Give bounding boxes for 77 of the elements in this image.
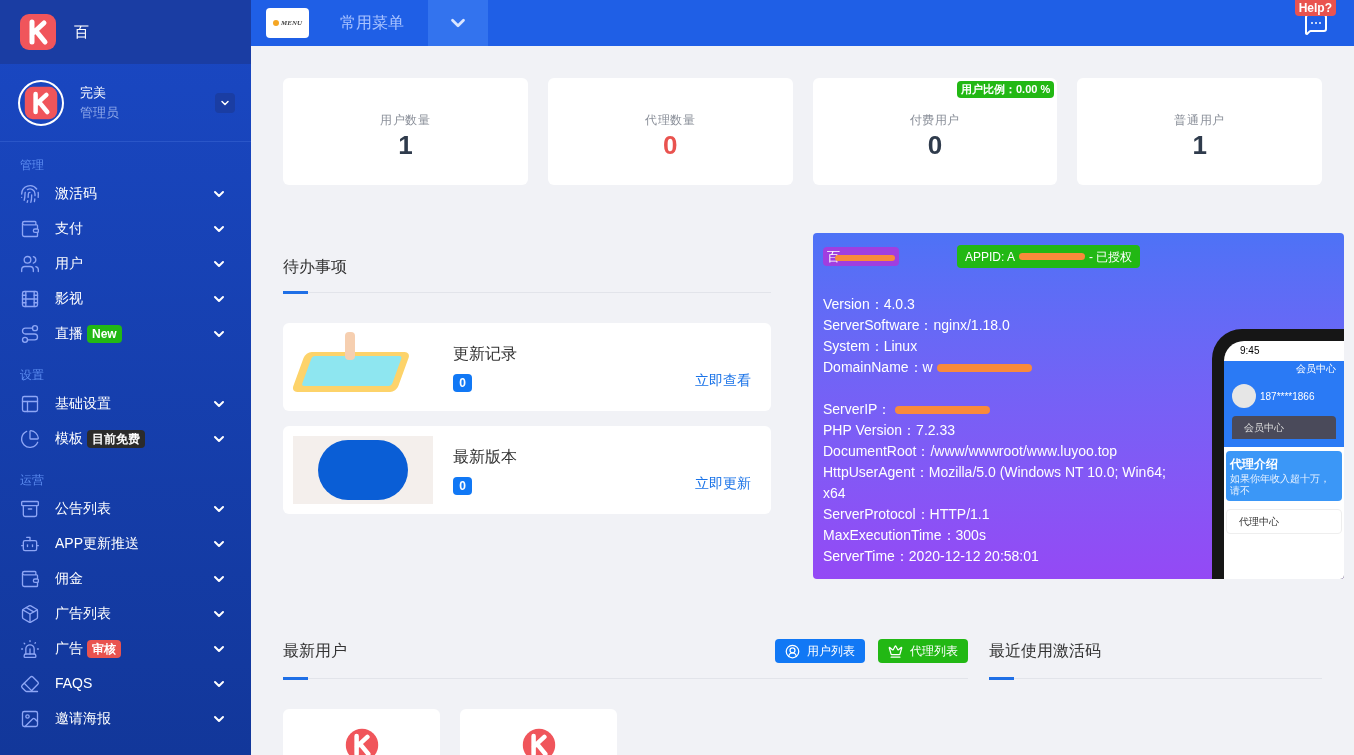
menu-label: 佣金 bbox=[55, 569, 83, 588]
phone-time: 9:45 bbox=[1239, 344, 1261, 358]
member-bar: 会员中心 bbox=[1232, 416, 1336, 439]
sidebar-item[interactable]: 模板 目前免费 bbox=[0, 421, 251, 456]
sidebar-item[interactable]: 激活码 bbox=[0, 176, 251, 211]
info-line: DomainName：w bbox=[823, 358, 933, 377]
stat-label: 普通用户 bbox=[1174, 111, 1225, 129]
section-title: 最近使用激活码 bbox=[989, 641, 1102, 661]
agent-center: 代理中心 bbox=[1226, 509, 1342, 534]
info-line: ServerIP： bbox=[823, 400, 892, 419]
section-title: 待办事项 bbox=[283, 257, 348, 277]
stat-label: 代理数量 bbox=[644, 111, 696, 129]
list-button[interactable]: 用户列表 bbox=[775, 639, 865, 663]
appid-status: - 已授权 bbox=[1089, 248, 1133, 266]
appid-prefix: APPID: A bbox=[965, 248, 1016, 266]
section-label: 运营 bbox=[19, 472, 45, 489]
menu-label: 公告列表 bbox=[55, 499, 111, 518]
menu-label: 激活码 bbox=[55, 184, 97, 203]
menu-badge: New bbox=[87, 324, 122, 343]
sidebar-item[interactable]: 影视 bbox=[0, 281, 251, 316]
menu-badge: 审核 bbox=[87, 639, 121, 658]
sidebar-item[interactable]: 佣金 bbox=[0, 561, 251, 596]
info-line: ServerTime：2020-12-12 20:58:01 bbox=[823, 547, 1039, 566]
stat-label: 用户数量 bbox=[380, 111, 431, 129]
info-line: Version：4.0.3 bbox=[823, 295, 915, 314]
menu-label: 影视 bbox=[55, 289, 83, 308]
user-role: 管理员 bbox=[80, 103, 120, 122]
sidebar-item[interactable]: 用户 bbox=[0, 246, 251, 281]
stat-value: 1 bbox=[398, 128, 413, 161]
section-title: 最新用户 bbox=[283, 641, 348, 661]
promo-text: 如果你年收入超十万，请不 bbox=[1230, 473, 1331, 497]
menu-label: APP更新推送 bbox=[55, 534, 139, 553]
menu-label: FAQS bbox=[55, 674, 93, 693]
menu-label: 直播 bbox=[55, 324, 83, 343]
stat-label: 付费用户 bbox=[909, 111, 961, 129]
stat-value: 1 bbox=[1192, 128, 1207, 161]
sidebar-item[interactable]: 支付 bbox=[0, 211, 251, 246]
todo-title: 更新记录 bbox=[453, 344, 518, 364]
stat-value: 0 bbox=[662, 128, 678, 161]
sidebar-item[interactable]: FAQS bbox=[0, 666, 251, 701]
action-link[interactable]: 立即更新 bbox=[695, 473, 751, 494]
menu-badge: 目前免费 bbox=[87, 429, 145, 448]
info-line: ServerProtocol：HTTP/1.1 bbox=[823, 505, 990, 524]
menu-label: 用户 bbox=[55, 254, 83, 273]
info-line: System：Linux bbox=[823, 337, 918, 356]
menu-label: 基础设置 bbox=[55, 394, 111, 413]
ratio-badge: 用户比例：0.00 % bbox=[957, 81, 1055, 98]
sidebar-item[interactable]: 广告 审核 bbox=[0, 631, 251, 666]
section-label: 设置 bbox=[19, 367, 45, 384]
sidebar-item[interactable]: 公告列表 bbox=[0, 491, 251, 526]
menu-label: 广告列表 bbox=[55, 604, 111, 623]
sidebar-item[interactable]: 直播 New bbox=[0, 316, 251, 351]
sidebar-item[interactable]: 基础设置 bbox=[0, 386, 251, 421]
user-name: 完美 bbox=[80, 84, 107, 102]
sidebar-item[interactable]: 邀请海报 bbox=[0, 701, 251, 736]
info-line: PHP Version：7.2.33 bbox=[823, 421, 956, 440]
info-line: HttpUserAgent：Mozilla/5.0 (Windows NT 10.0; Win64; x64 bbox=[823, 463, 1167, 503]
sidebar-item[interactable]: APP更新推送 bbox=[0, 526, 251, 561]
phone-header: 会员中心 bbox=[1296, 362, 1336, 376]
stat-value: 0 bbox=[927, 128, 943, 161]
section-label: 管理 bbox=[19, 157, 45, 174]
info-line: DocumentRoot：/www/wwwroot/www.luyoo.top bbox=[823, 442, 1118, 461]
menu-label: 邀请海报 bbox=[55, 709, 111, 728]
menu-label: 支付 bbox=[55, 219, 83, 238]
phone-number: 187****1866 bbox=[1260, 389, 1315, 404]
count-badge: 0 bbox=[453, 477, 472, 495]
help-badge: Help? bbox=[1294, 0, 1336, 16]
menu-label: 广告 bbox=[55, 639, 83, 658]
todo-title: 最新版本 bbox=[453, 447, 518, 467]
promo-title: 代理介绍 bbox=[1230, 456, 1279, 473]
action-link[interactable]: 立即查看 bbox=[695, 370, 751, 391]
menu-label: 模板 bbox=[55, 429, 83, 448]
info-line: ServerSoftware：nginx/1.18.0 bbox=[823, 316, 1010, 335]
count-badge: 0 bbox=[453, 374, 472, 392]
brand-name: 百 bbox=[74, 21, 89, 42]
info-line: MaxExecutionTime：300s bbox=[823, 526, 986, 545]
sidebar-item[interactable]: 广告列表 bbox=[0, 596, 251, 631]
